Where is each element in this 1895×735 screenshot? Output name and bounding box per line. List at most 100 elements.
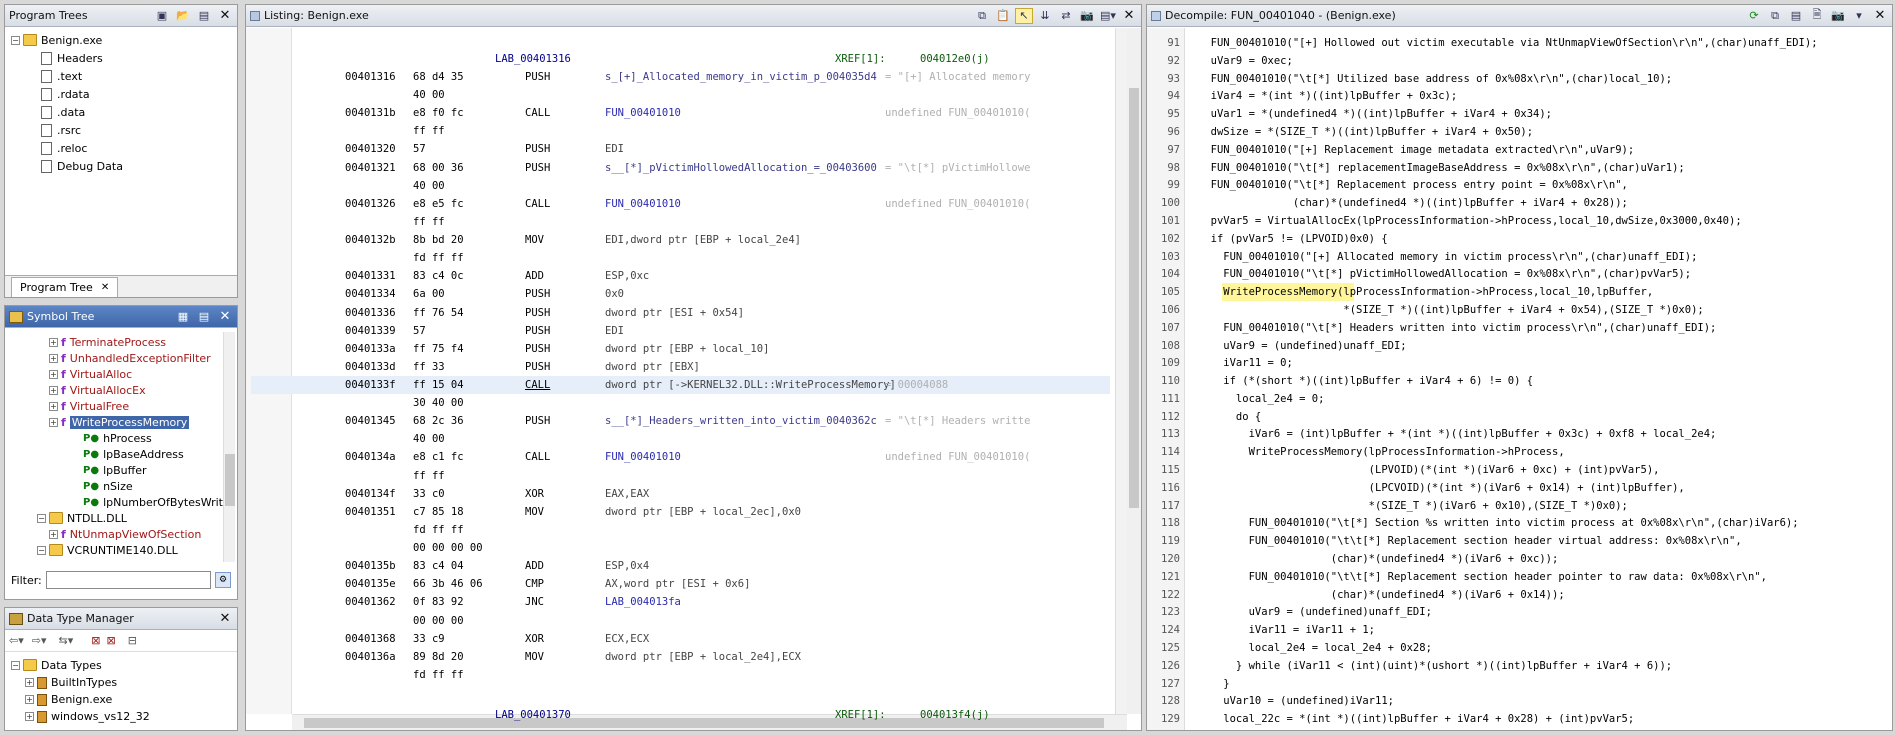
code-text[interactable]: FUN_00401010("\t[*] Section %s written i… [1198,514,1799,532]
listing-row[interactable]: 00401351 c7 85 18 MOV dword ptr [EBP + loca… [295,503,1110,521]
tree-item[interactable]: Debug Data [11,157,237,175]
tree-item[interactable]: .rsrc [11,121,237,139]
code-text[interactable]: uVar9 = 0xec; [1198,52,1293,70]
dtm-item[interactable]: + windows_vs12_32 [11,708,237,725]
operand[interactable]: ECX,ECX [605,630,649,648]
tree-item[interactable]: .rdata [11,85,237,103]
menu-icon[interactable]: ▾ [1850,8,1868,24]
address[interactable]: 0040131b [345,104,396,122]
address[interactable]: 00401339 [345,322,396,340]
address[interactable]: 0040135b [345,557,396,575]
code-text[interactable]: local_2e4 = 0; [1198,390,1325,408]
decompile-line[interactable]: 95 uVar1 = *(undefined4 *)((int)lpBuffer… [1148,105,1893,123]
operand[interactable]: dword ptr [ESI + 0x54] [605,304,744,322]
decompile-line[interactable]: 99 FUN_00401010("\t[*] Replacement proce… [1148,176,1893,194]
decompile-line[interactable]: 118 FUN_00401010("\t[*] Section %s writt… [1148,514,1893,532]
symbol-function[interactable]: + f WriteProcessMemory [5,414,237,430]
expand-icon[interactable]: − [37,513,46,523]
listing-row[interactable]: 00401331 83 c4 0c ADD ESP,0xc [295,267,1110,285]
decompile-line[interactable]: 129 local_22c = *(int *)((int)lpBuffer +… [1148,710,1893,728]
close-icon[interactable]: ✕ [217,8,233,24]
decompile-line[interactable]: 120 (char)*(undefined4 *)(iVar6 + 0xc)); [1148,550,1893,568]
arrange-icon[interactable]: ⇆▾ [59,634,74,647]
expand-icon[interactable]: + [49,385,58,395]
close-icon[interactable]: ✕ [1872,8,1888,24]
address[interactable]: 00401362 [345,593,396,611]
forward-icon[interactable]: ⇨▾ [32,634,47,647]
listing-row[interactable]: 0040133d ff 33 PUSH dword ptr [EBX] [295,358,1110,376]
listing-row[interactable]: 0040133a ff 75 f4 PUSH dword ptr [EBP + loc… [295,340,1110,358]
address[interactable]: 00401320 [345,140,396,158]
xref-address[interactable]: 004013f4(j) [920,706,990,724]
decompile-line[interactable]: 114 WriteProcessMemory(lpProcessInformat… [1148,443,1893,461]
listing-row[interactable]: 00401368 33 c9 XOR ECX,ECX [295,630,1110,648]
code-label[interactable]: LAB_00401370 [495,706,571,724]
listing-row[interactable]: 0040135e 66 3b 46 06 CMP AX,word ptr [ESI +… [295,575,1110,593]
listing-row[interactable]: 40 00 [295,177,1110,195]
decompile-line[interactable]: 103 FUN_00401010("[+] Allocated memory i… [1148,248,1893,266]
expand-icon[interactable]: + [49,369,58,379]
vertical-scrollbar[interactable] [1127,28,1141,714]
collapse-all-icon[interactable]: ⊟ [128,634,137,647]
operand[interactable]: dword ptr [EBP + local_2e4],ECX [605,648,801,666]
decompile-line[interactable]: 98 FUN_00401010("\t[*] replacementImageB… [1148,159,1893,177]
decompile-line[interactable]: 128 uVar10 = (undefined)iVar11; [1148,692,1893,710]
decompile-line[interactable]: 124 iVar11 = iVar11 + 1; [1148,621,1893,639]
code-text[interactable]: pvVar5 = VirtualAllocEx(lpProcessInforma… [1198,212,1742,230]
decompile-line[interactable]: 116 (LPCVOID)(*(int *)(iVar6 + 0x14) + (… [1148,479,1893,497]
symbol-function[interactable]: + f VirtualFree [5,398,237,414]
listing-row[interactable]: 00401336 ff 76 54 PUSH dword ptr [ESI + 0x5… [295,304,1110,322]
close-icon[interactable]: ✕ [1121,8,1137,24]
operand[interactable]: ESP,0xc [605,267,649,285]
code-text[interactable]: FUN_00401010("\t\t[*] Replacement sectio… [1198,568,1767,586]
address[interactable]: 0040134a [345,448,396,466]
listing-row[interactable]: 40 00 [295,430,1110,448]
expand-icon[interactable]: − [37,545,46,555]
tree-root[interactable]: − Benign.exe [11,31,237,49]
code-text[interactable]: (LPVOID)(*(int *)(iVar6 + 0xc) + (int)pv… [1198,461,1660,479]
scroll-thumb[interactable] [1129,88,1139,508]
decompile-line[interactable]: 110 if (*(short *)((int)lpBuffer + iVar4… [1148,372,1893,390]
decompile-line[interactable]: 126 } while (iVar11 < (int)(uint)*(ushor… [1148,657,1893,675]
code-text[interactable]: if (pvVar5 != (LPVOID)0x0) { [1198,230,1388,248]
tab-close-icon[interactable]: ✕ [101,282,109,293]
dtm-item[interactable]: + Benign.exe [11,691,237,708]
decompile-line[interactable]: 102 if (pvVar5 != (LPVOID)0x0) { [1148,230,1893,248]
symbol-param[interactable]: P● lpNumberOfBytesWritt [5,494,237,510]
close-icon[interactable]: ✕ [217,309,233,325]
symbol-dll2[interactable]: − VCRUNTIME140.DLL [5,542,237,558]
code-text[interactable]: uVar10 = (undefined)iVar11; [1198,692,1394,710]
decompile-line[interactable]: 117 *(SIZE_T *)(iVar6 + 0x10),(SIZE_T *)… [1148,497,1893,515]
code-text[interactable]: uVar9 = (undefined)unaff_EDI; [1198,603,1432,621]
code-text[interactable]: FUN_00401010("[+] Hollowed out victim ex… [1198,34,1818,52]
decompile-line[interactable]: 122 (char)*(undefined4 *)(iVar6 + 0x14))… [1148,586,1893,604]
listing-row[interactable]: ff ff [295,122,1110,140]
operand[interactable]: dword ptr [EBP + local_2ec],0x0 [605,503,801,521]
operand[interactable]: dword ptr [->KERNEL32.DLL::WriteProcessM… [605,376,896,394]
code-text[interactable]: } while (iVar11 < (int)(uint)*(ushort *)… [1198,657,1672,675]
export-icon[interactable]: 🗎 [1808,8,1826,24]
decompile-line[interactable]: 125 local_2e4 = local_2e4 + 0x28; [1148,639,1893,657]
refresh-icon[interactable]: ⟳ [1745,8,1763,24]
decompile-line[interactable]: 113 iVar6 = (int)lpBuffer + *(int *)((in… [1148,425,1893,443]
listing-row[interactable]: fd ff ff [295,666,1110,684]
operand[interactable]: s__[*]_Headers_written_into_victim_00403… [605,412,877,430]
copy-icon[interactable]: ⧉ [973,8,991,24]
listing-row[interactable]: 00 00 00 00 [295,539,1110,557]
collapse-icon[interactable]: − [11,35,20,45]
expand-icon[interactable]: + [49,417,58,427]
decompile-line[interactable]: 96 dwSize = *(SIZE_T *)((int)lpBuffer + … [1148,123,1893,141]
vertical-scrollbar[interactable] [223,332,235,562]
address[interactable]: 0040135e [345,575,396,593]
address[interactable]: 00401368 [345,630,396,648]
listing-row[interactable]: fd ff ff [295,249,1110,267]
code-text[interactable]: FUN_00401010("\t[*] Headers written into… [1198,319,1716,337]
open-tree-icon[interactable]: 📂 [174,8,192,24]
code-text[interactable]: *(SIZE_T *)((int)lpBuffer + iVar4 + 0x54… [1198,301,1703,319]
decompile-content[interactable]: 91 FUN_00401010("[+] Hollowed out victim… [1148,28,1893,733]
symbol-function[interactable]: + f UnhandledExceptionFilter [5,350,237,366]
listing-row[interactable]: ff ff [295,213,1110,231]
code-text[interactable]: uVar1 = *(undefined4 *)((int)lpBuffer + … [1198,105,1552,123]
address[interactable]: 0040132b [345,231,396,249]
symbol-function[interactable]: + f VirtualAllocEx [5,382,237,398]
